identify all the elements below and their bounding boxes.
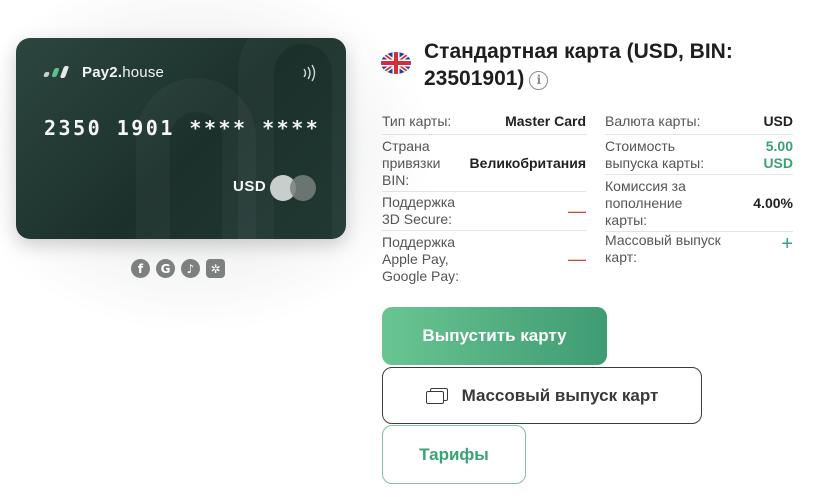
detail-value: 5.00 USD <box>763 137 793 171</box>
detail-row: Страна привязки BIN: Великобритания <box>382 135 586 192</box>
pay2house-logo-icon <box>43 65 74 80</box>
card-number: 2350 1901 **** **** <box>44 116 321 140</box>
mastercard-logo <box>270 175 318 201</box>
detail-label: Поддержка 3D Secure: <box>382 194 456 227</box>
detail-value: Master Card <box>505 112 586 129</box>
detail-label: Поддержка Apple Pay, Google Pay: <box>382 233 460 284</box>
info-icon[interactable]: i <box>529 71 549 90</box>
card-details-left: Тип карты: Master Card Страна привязки B… <box>382 108 586 287</box>
detail-label: Тип карты: <box>382 112 452 129</box>
detail-row: Поддержка Apple Pay, Google Pay: — <box>382 231 586 287</box>
tiktok-icon: ♪ <box>181 259 200 278</box>
detail-value: Великобритания <box>469 154 586 171</box>
openai-icon: ✲ <box>206 259 225 278</box>
bulk-issue-button[interactable]: Массовый выпуск карт <box>382 367 702 424</box>
detail-value: USD <box>763 112 793 129</box>
card-brand-logo: Pay2.house <box>43 64 165 81</box>
supported-services: f G ♪ ✲ <box>131 259 225 278</box>
card-details-right: Валюта карты: USD Стоимость выпуска карт… <box>605 108 793 270</box>
cards-icon <box>425 387 448 404</box>
detail-value: — <box>568 248 586 269</box>
google-icon: G <box>156 259 175 278</box>
facebook-icon: f <box>131 259 150 278</box>
detail-label: Стоимость выпуска карты: <box>605 137 705 171</box>
detail-label: Массовый выпуск карт: <box>605 232 721 265</box>
card-currency: USD <box>233 178 267 195</box>
detail-label: Комиссия за пополнение карты: <box>605 177 686 228</box>
detail-value: — <box>568 200 586 221</box>
nfc-icon <box>303 64 316 82</box>
detail-value: + <box>781 233 793 255</box>
detail-row: Комиссия за пополнение карты: 4.00% <box>605 175 793 232</box>
card-title: Стандартная карта (USD, BIN: 23501901) i <box>424 40 733 90</box>
card-brand-name: Pay2.house <box>82 64 165 81</box>
detail-row: Поддержка 3D Secure: — <box>382 192 586 231</box>
detail-row: Тип карты: Master Card <box>382 108 586 135</box>
bulk-issue-label: Массовый выпуск карт <box>461 385 659 405</box>
detail-label: Страна привязки BIN: <box>382 137 441 188</box>
detail-label: Валюта карты: <box>605 112 701 129</box>
tariffs-button[interactable]: Тарифы <box>382 425 526 484</box>
detail-value: 4.00% <box>753 194 793 211</box>
detail-row: Стоимость выпуска карты: 5.00 USD <box>605 135 793 175</box>
detail-row: Валюта карты: USD <box>605 108 793 135</box>
virtual-card-preview: Pay2.house 2350 1901 **** **** USD <box>16 38 346 239</box>
detail-row: Массовый выпуск карт: + <box>605 232 793 270</box>
uk-flag-icon <box>381 52 411 74</box>
issue-card-button[interactable]: Выпустить карту <box>382 307 607 365</box>
